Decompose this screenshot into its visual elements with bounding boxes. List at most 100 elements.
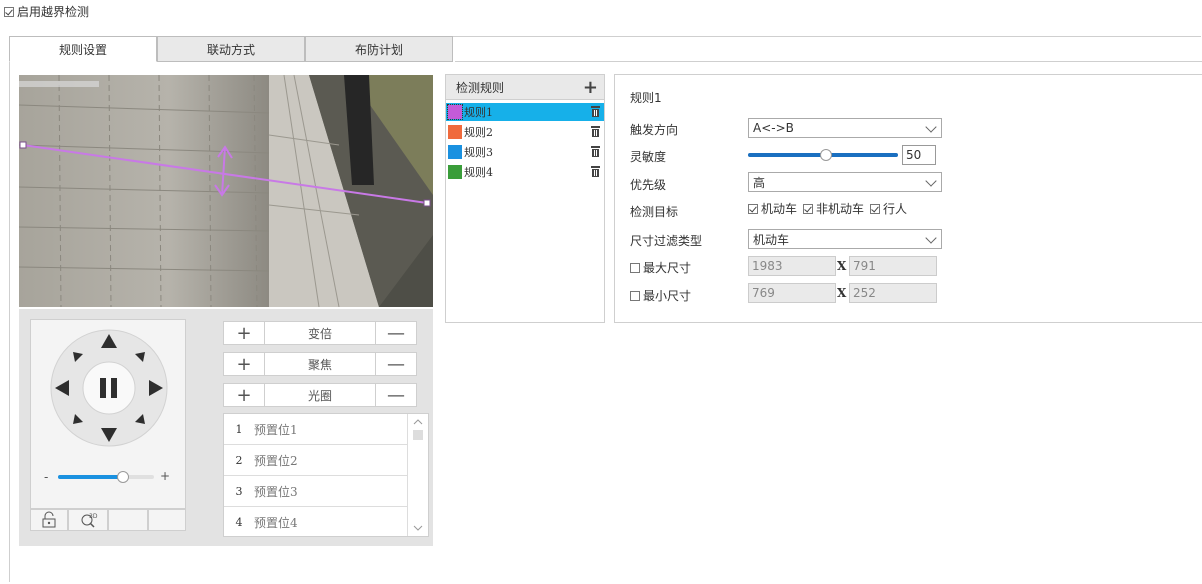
sensitivity-label: 灵敏度 — [630, 150, 667, 164]
preset-name: 预置位3 — [254, 484, 298, 499]
sensitivity-input[interactable]: 50 — [902, 145, 936, 165]
rule-list-title: 检测规则 — [456, 80, 505, 95]
tab-divider — [455, 61, 1202, 62]
filter-type-select[interactable]: 机动车 — [748, 229, 942, 249]
pedestrian-label: 行人 — [883, 202, 908, 216]
preset-number: 1 — [235, 422, 243, 436]
priority-select[interactable]: 高 — [748, 172, 942, 192]
focus-in-button[interactable]: + — [224, 353, 264, 375]
rule-item[interactable]: 规则2 — [446, 123, 604, 141]
target-options: 机动车 非机动车 行人 — [748, 200, 907, 217]
zoom-control: + 变倍 — — [223, 321, 417, 345]
zoom-search-icon: 3D — [81, 513, 98, 528]
speed-min-label: - — [44, 470, 49, 484]
delete-icon[interactable] — [591, 106, 600, 117]
filter-type-label: 尺寸过滤类型 — [630, 234, 703, 248]
min-size-x: X — [837, 286, 847, 300]
max-size-toggle[interactable]: 最大尺寸 — [630, 259, 691, 276]
direction-value: A<->B — [753, 121, 794, 135]
preset-number: 2 — [235, 453, 243, 467]
focus-out-button[interactable]: — — [376, 353, 416, 375]
preset-item[interactable]: 4 预置位4 — [224, 507, 408, 538]
scroll-up-icon — [413, 419, 423, 425]
chevron-down-icon — [925, 175, 937, 187]
vehicle-label: 机动车 — [761, 202, 798, 216]
chevron-down-icon — [925, 232, 937, 244]
preset-item[interactable]: 3 预置位3 — [224, 476, 408, 507]
rule-item[interactable]: 规则4 — [446, 163, 604, 181]
vehicle-checkbox[interactable] — [748, 203, 758, 214]
rule-item[interactable]: 规则1 — [446, 103, 604, 121]
min-height-input[interactable]: 252 — [849, 283, 937, 303]
lock-button[interactable] — [30, 509, 68, 531]
tab-linkage[interactable]: 联动方式 — [157, 36, 305, 62]
enable-detection-toggle[interactable]: 启用越界检测 — [4, 3, 89, 20]
preset-item[interactable]: 2 预置位2 — [224, 445, 408, 476]
min-width-input[interactable]: 769 — [748, 283, 836, 303]
sensitivity-slider-track[interactable] — [748, 149, 898, 161]
svg-text:3D: 3D — [89, 513, 98, 520]
direction-select[interactable]: A<->B — [748, 118, 942, 138]
delete-icon[interactable] — [591, 126, 600, 137]
min-size-toggle[interactable]: 最小尺寸 — [630, 287, 691, 304]
zoom-label: 变倍 — [264, 322, 376, 344]
tab-label: 布防计划 — [354, 42, 403, 57]
chevron-down-icon — [925, 121, 937, 133]
preset-name: 预置位2 — [254, 453, 298, 468]
preset-scrollbar[interactable] — [407, 414, 428, 536]
scroll-down-icon — [413, 525, 423, 531]
max-width-input[interactable]: 1983 — [748, 256, 836, 276]
preset-name: 预置位1 — [254, 422, 298, 437]
iris-control: + 光圈 — — [223, 383, 417, 407]
speed-slider-track[interactable] — [58, 471, 154, 483]
rule-color-swatch — [448, 145, 462, 159]
max-size-checkbox[interactable] — [630, 262, 640, 273]
speed-slider-fill — [58, 475, 124, 479]
rule-color-swatch — [448, 165, 462, 179]
zoom-out-button[interactable]: — — [376, 322, 416, 344]
rule-list-header: 检测规则 + — [446, 75, 604, 100]
rule-color-swatch — [447, 104, 463, 120]
rule-name: 规则2 — [464, 126, 493, 139]
rule-name: 规则3 — [464, 146, 493, 159]
enable-label: 启用越界检测 — [17, 5, 90, 19]
enable-checkbox[interactable] — [4, 6, 14, 17]
preset-number: 3 — [235, 484, 243, 498]
zoom-in-button[interactable]: + — [224, 322, 264, 344]
tab-label: 联动方式 — [206, 42, 255, 57]
zoom-3d-button[interactable]: 3D — [68, 509, 108, 531]
preset-list: 1 预置位1 2 预置位2 3 预置位3 4 预置位4 — [223, 413, 429, 537]
direction-label: 触发方向 — [630, 123, 679, 137]
add-rule-icon[interactable]: + — [583, 77, 598, 98]
blank-button-2[interactable] — [148, 509, 186, 531]
tab-rule-settings[interactable]: 规则设置 — [9, 36, 157, 62]
nonmotor-checkbox[interactable] — [803, 203, 814, 214]
tab-schedule[interactable]: 布防计划 — [305, 36, 453, 62]
min-size-label: 最小尺寸 — [643, 289, 692, 303]
sensitivity-slider-thumb[interactable] — [820, 149, 832, 161]
rule-item[interactable]: 规则3 — [446, 143, 604, 161]
tab-label: 规则设置 — [58, 42, 107, 57]
preset-item[interactable]: 1 预置位1 — [224, 414, 408, 445]
priority-value: 高 — [753, 175, 766, 190]
priority-label: 优先级 — [630, 178, 667, 192]
speed-max-label: + — [160, 469, 171, 483]
focus-label: 聚焦 — [264, 353, 376, 375]
iris-label: 光圈 — [264, 384, 376, 406]
blank-button-1[interactable] — [108, 509, 148, 531]
iris-close-button[interactable]: — — [376, 384, 416, 406]
max-height-input[interactable]: 791 — [849, 256, 937, 276]
iris-open-button[interactable]: + — [224, 384, 264, 406]
video-preview[interactable] — [19, 75, 433, 307]
max-size-label: 最大尺寸 — [643, 261, 692, 275]
preset-number: 4 — [235, 516, 243, 529]
max-size-x: X — [837, 259, 847, 273]
lock-icon — [42, 511, 56, 528]
delete-icon[interactable] — [591, 146, 600, 157]
delete-icon[interactable] — [591, 166, 600, 177]
nonmotor-label: 非机动车 — [816, 202, 865, 216]
pedestrian-checkbox[interactable] — [870, 203, 881, 214]
target-label: 检测目标 — [630, 205, 679, 219]
min-size-checkbox[interactable] — [630, 290, 640, 301]
filter-type-value: 机动车 — [753, 232, 790, 247]
